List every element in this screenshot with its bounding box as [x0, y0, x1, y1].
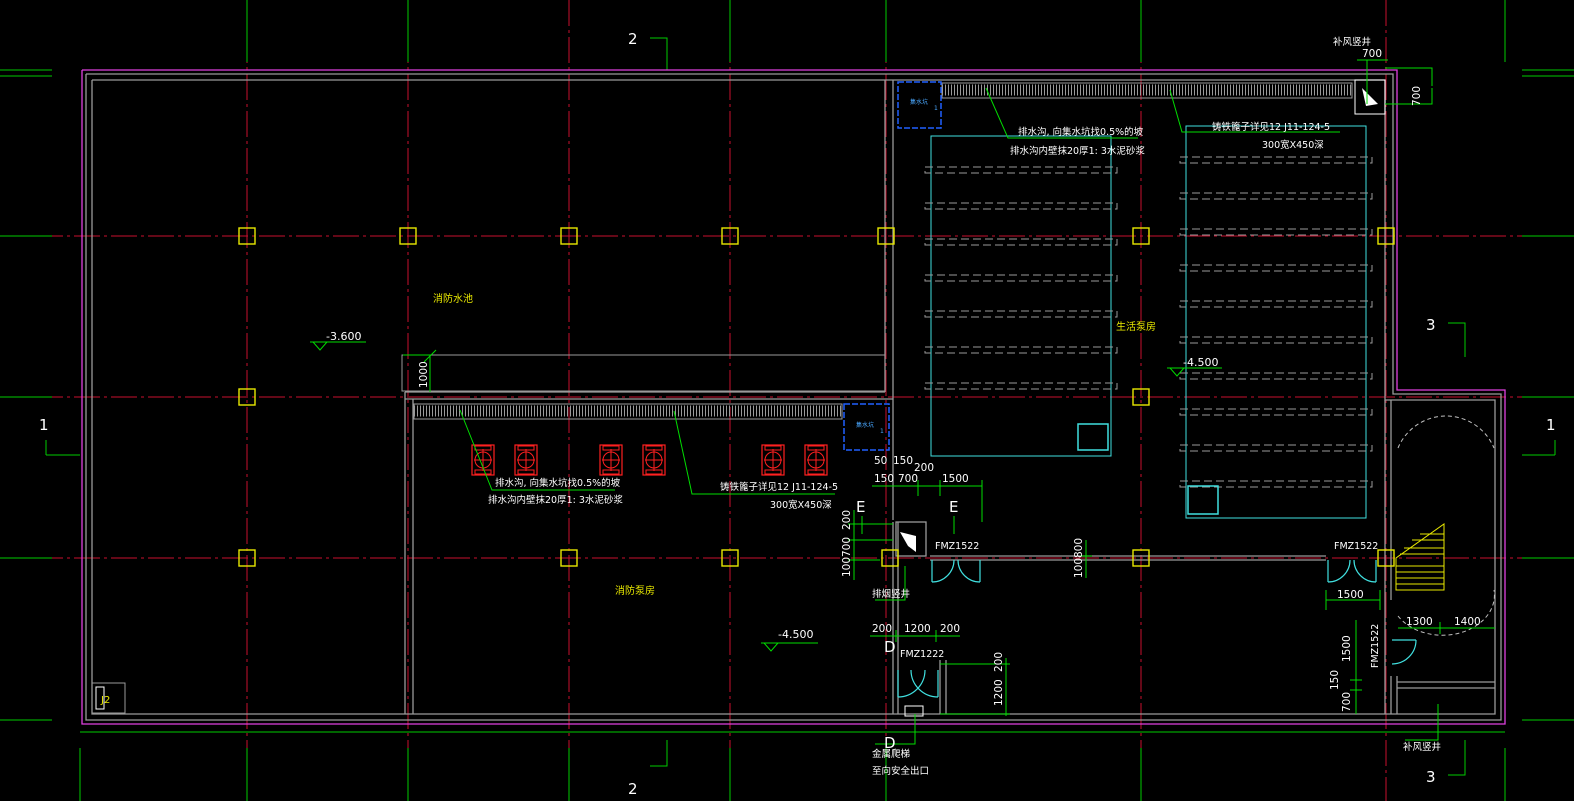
- section-e-right: E: [949, 498, 958, 516]
- dim-shaft-height: 700: [1411, 86, 1423, 106]
- water-tank-left: [924, 135, 1118, 457]
- tank-rung: [1179, 372, 1373, 380]
- tank-rung: [924, 274, 1118, 282]
- dim-100a: 100: [841, 557, 853, 577]
- exhaust-shaft: [900, 532, 916, 552]
- note-supply-shaft-bottom: 补风竖井: [1403, 741, 1441, 753]
- dim-800: 800: [1073, 538, 1085, 558]
- tank-rung: [924, 382, 1118, 390]
- dim-1400: 1400: [1454, 616, 1481, 628]
- note-top-trench-2: 排水沟内壁抹20厚1: 3水泥砂浆: [1010, 145, 1145, 157]
- fire-pump-unit: [514, 444, 538, 476]
- tank-rung: [924, 202, 1118, 210]
- sump-pit-mid: 集水坑 1: [843, 403, 890, 451]
- dim-700b: 700: [841, 537, 853, 557]
- stair: [1395, 523, 1445, 591]
- tank-rung: [1179, 228, 1373, 236]
- section-e-left: E: [856, 498, 865, 516]
- dim-1500a: 1500: [942, 473, 969, 485]
- tank-left-outlet: [1077, 423, 1109, 451]
- pit-tag: J2: [100, 695, 110, 706]
- elevation-domestic-pump: -4.500: [1183, 356, 1218, 369]
- supply-shaft-top: [1354, 79, 1386, 115]
- dim-150b: 150: [874, 473, 894, 485]
- sump-num-mid: 1: [880, 428, 884, 435]
- note-ladder-2: 至向安全出口: [872, 765, 929, 777]
- sump-num-top: 1: [934, 105, 938, 112]
- tank-rung: [1179, 192, 1373, 200]
- tank-rung: [1179, 444, 1373, 452]
- sump-label-mid: 集水坑: [856, 421, 874, 429]
- door-tag-2: FMZ1522: [1334, 541, 1378, 552]
- dim-200b: 200: [841, 510, 853, 530]
- note-mid-grate-2: 300宽X450深: [770, 499, 832, 511]
- fire-pump-unit: [804, 444, 828, 476]
- tank-rung: [1179, 300, 1373, 308]
- axis-label-3-right: 3: [1426, 316, 1436, 334]
- dim-50: 50: [874, 455, 887, 467]
- axis-label-1-right: 1: [1546, 416, 1556, 434]
- axis-label-3-bottom: 3: [1426, 768, 1436, 786]
- note-exhaust-shaft: 排烟竖井: [872, 588, 910, 600]
- dim-1500b: 1500: [1337, 589, 1364, 601]
- dim-700a: 700: [898, 473, 918, 485]
- fire-pump-unit: [642, 444, 666, 476]
- elevation-pool: -3.600: [326, 330, 361, 343]
- fire-pump-unit: [599, 444, 623, 476]
- tank-rung: [1179, 156, 1373, 164]
- tank-rung: [924, 238, 1118, 246]
- section-d-top: D: [884, 638, 896, 656]
- section-d-bottom: D: [884, 734, 896, 752]
- note-mid-trench-1: 排水沟, 向集水坑找0.5%的坡: [495, 477, 621, 489]
- pool-inner-ledge: [401, 354, 886, 392]
- axis-label-1-left: 1: [39, 416, 49, 434]
- note-mid-trench-2: 排水沟内壁抹20厚1: 3水泥砂浆: [488, 494, 623, 506]
- dim-100b: 100: [1073, 558, 1085, 578]
- tank-rung: [924, 310, 1118, 318]
- dim-1300: 1300: [1406, 616, 1433, 628]
- dim-150c: 150: [1329, 670, 1341, 690]
- room-fire-pump: 消防泵房: [615, 584, 655, 597]
- note-mid-grate-1: 铸铁篦子详见12 J11-124-5: [720, 481, 838, 493]
- tank-rung: [924, 346, 1118, 354]
- tank-rung: [1179, 408, 1373, 416]
- floor-plan-drawing: 集水坑 1 集水坑 1 J2 2 2 1 1 3 3 消防水池 消防泵房 生活泵…: [0, 0, 1574, 801]
- dim-1500c: 1500: [1341, 635, 1353, 662]
- stair-arc: [1397, 415, 1495, 636]
- tank-right-outlet: [1187, 485, 1219, 515]
- door-tag-3: FMZ1222: [900, 649, 944, 660]
- door-tag-1: FMZ1522: [935, 541, 979, 552]
- tank-rung: [924, 166, 1118, 174]
- note-top-grate-1: 铸铁篦子详见12 J11-124-5: [1212, 121, 1330, 133]
- note-supply-shaft-top: 补风竖井: [1333, 36, 1371, 48]
- pit-j2: J2: [91, 682, 126, 714]
- room-fire-pool: 消防水池: [433, 292, 473, 305]
- tank-rung: [1179, 336, 1373, 344]
- dim-1000: 1000: [418, 361, 430, 388]
- dim-150a: 150: [893, 455, 913, 467]
- dim-1200b: 1200: [993, 679, 1005, 706]
- elevation-fire-pump: -4.500: [778, 628, 813, 641]
- note-top-trench-1: 排水沟, 向集水坑找0.5%的坡: [1018, 126, 1144, 138]
- dim-shaft-width: 700: [1362, 48, 1382, 60]
- dim-200e: 200: [993, 652, 1005, 672]
- door-tag-4: FMZ1522: [1370, 624, 1381, 668]
- drain-trench-mid: [413, 403, 843, 420]
- note-top-grate-2: 300宽X450深: [1262, 139, 1324, 151]
- dim-200c: 200: [872, 623, 892, 635]
- sump-label-top: 集水坑: [910, 98, 928, 106]
- fire-pump-unit: [761, 444, 785, 476]
- dim-1200a: 1200: [904, 623, 931, 635]
- sump-pit-top: 集水坑 1: [897, 81, 942, 129]
- axis-label-2-bottom: 2: [628, 780, 638, 798]
- water-tank-right: [1179, 125, 1373, 519]
- fire-pumps: [471, 444, 828, 476]
- axis-label-2-top: 2: [628, 30, 638, 48]
- tank-rung: [1179, 264, 1373, 272]
- dim-200d: 200: [940, 623, 960, 635]
- dim-700c: 700: [1341, 692, 1353, 712]
- room-domestic-pump: 生活泵房: [1116, 320, 1156, 333]
- drain-trench-top: [941, 82, 1353, 99]
